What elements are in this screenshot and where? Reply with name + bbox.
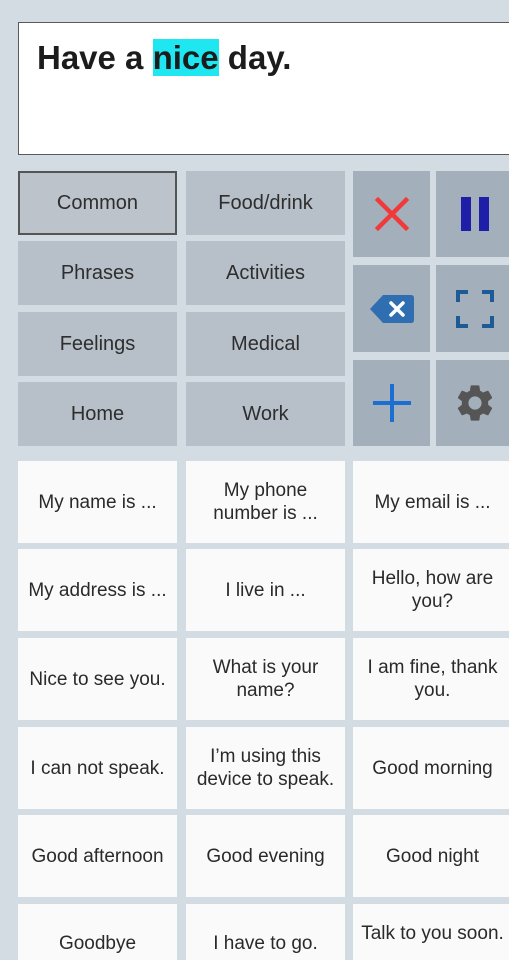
phrase-tile[interactable]: Talk to you soon. <box>353 904 509 960</box>
category-food-drink[interactable]: Food/drink <box>186 171 345 235</box>
phrase-tile[interactable]: My address is ... <box>18 549 177 631</box>
fullscreen-button[interactable] <box>436 265 509 352</box>
phrase-tile[interactable]: I can not speak. <box>18 727 177 809</box>
backspace-icon <box>369 294 414 323</box>
settings-button[interactable] <box>436 360 509 446</box>
backspace-button[interactable] <box>353 265 430 352</box>
phrase-tile[interactable]: Good afternoon <box>18 815 177 897</box>
phrase-tile[interactable]: I live in ... <box>186 549 345 631</box>
spoken-text-after: day. <box>218 39 292 76</box>
phrase-tile[interactable]: My email is ... <box>353 461 509 543</box>
spoken-text-before: Have a <box>37 39 153 76</box>
phrase-tile[interactable]: My name is ... <box>18 461 177 543</box>
phrase-tile[interactable]: Good evening <box>186 815 345 897</box>
category-home[interactable]: Home <box>18 382 177 446</box>
spoken-text: Have a nice day. <box>37 39 291 77</box>
phrase-tile[interactable]: I am fine, thank you. <box>353 638 509 720</box>
gear-icon <box>457 385 492 421</box>
phrase-tile[interactable]: What is your name? <box>186 638 345 720</box>
pause-button[interactable] <box>436 171 509 257</box>
category-work[interactable]: Work <box>186 382 345 446</box>
category-activities[interactable]: Activities <box>186 241 345 305</box>
phrase-tile[interactable]: Good morning <box>353 727 509 809</box>
phrase-tile[interactable]: Good night <box>353 815 509 897</box>
pause-icon <box>460 197 489 231</box>
category-phrases[interactable]: Phrases <box>18 241 177 305</box>
plus-icon <box>372 384 411 422</box>
add-phrase-button[interactable] <box>353 360 430 446</box>
phrase-tile[interactable]: Nice to see you. <box>18 638 177 720</box>
spoken-word-highlight: nice <box>152 39 219 76</box>
phrase-tile[interactable]: Hello, how are you? <box>353 549 509 631</box>
spoken-text-area[interactable]: Have a nice day. <box>18 22 509 155</box>
fullscreen-icon <box>455 289 494 328</box>
phrase-tile[interactable]: My phone number is ... <box>186 461 345 543</box>
category-medical[interactable]: Medical <box>186 312 345 376</box>
phrase-tile[interactable]: I have to go. <box>186 904 345 960</box>
phrase-tile[interactable]: Goodbye <box>18 904 177 960</box>
category-common[interactable]: Common <box>18 171 177 235</box>
category-feelings[interactable]: Feelings <box>18 312 177 376</box>
phrase-tile[interactable]: I’m using this device to speak. <box>186 727 345 809</box>
close-icon <box>374 196 409 232</box>
clear-button[interactable] <box>353 171 430 257</box>
